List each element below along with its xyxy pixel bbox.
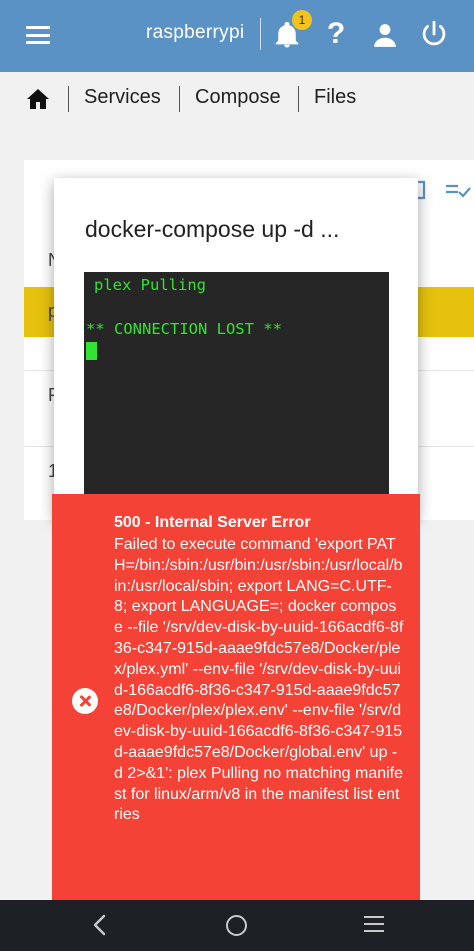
terminal-cursor [86, 342, 97, 360]
user-icon[interactable] [372, 21, 398, 49]
error-message: Failed to execute command 'export PATH=/… [114, 536, 404, 824]
breadcrumb-files[interactable]: Files [314, 86, 356, 109]
toolbar-divider [260, 18, 261, 50]
hostname: raspberrypi [146, 22, 245, 43]
terminal-line: plex Pulling [94, 276, 206, 294]
home-icon[interactable] [26, 88, 50, 110]
breadcrumb-separator [298, 86, 299, 112]
power-icon[interactable] [420, 19, 448, 49]
error-close-icon [72, 688, 98, 714]
error-title: 500 - Internal Server Error [114, 514, 311, 531]
toolbar-file-icon[interactable] [418, 180, 426, 200]
menu-icon[interactable] [26, 26, 50, 44]
compose-up-dialog: docker-compose up -d ... plex Pulling **… [54, 178, 418, 518]
recents-icon[interactable] [364, 916, 384, 934]
breadcrumb: Services Compose Files [0, 72, 474, 126]
breadcrumb-services[interactable]: Services [84, 86, 161, 109]
toolbar-check-icon[interactable] [444, 178, 472, 202]
error-notification[interactable]: 500 - Internal Server Error Failed to ex… [52, 494, 420, 902]
home-circle-icon[interactable] [226, 915, 247, 936]
notification-badge: 1 [292, 10, 312, 30]
breadcrumb-separator [68, 86, 69, 112]
top-app-bar: raspberrypi 1 ? [0, 0, 474, 72]
terminal-line: ** CONNECTION LOST ** [86, 320, 282, 338]
terminal-output: plex Pulling ** CONNECTION LOST ** [84, 272, 389, 518]
help-icon[interactable]: ? [322, 16, 350, 52]
back-icon[interactable] [90, 914, 110, 936]
dialog-title: docker-compose up -d ... [85, 216, 340, 242]
breadcrumb-compose[interactable]: Compose [195, 86, 281, 109]
breadcrumb-separator [179, 86, 180, 112]
system-nav-bar [0, 900, 474, 951]
